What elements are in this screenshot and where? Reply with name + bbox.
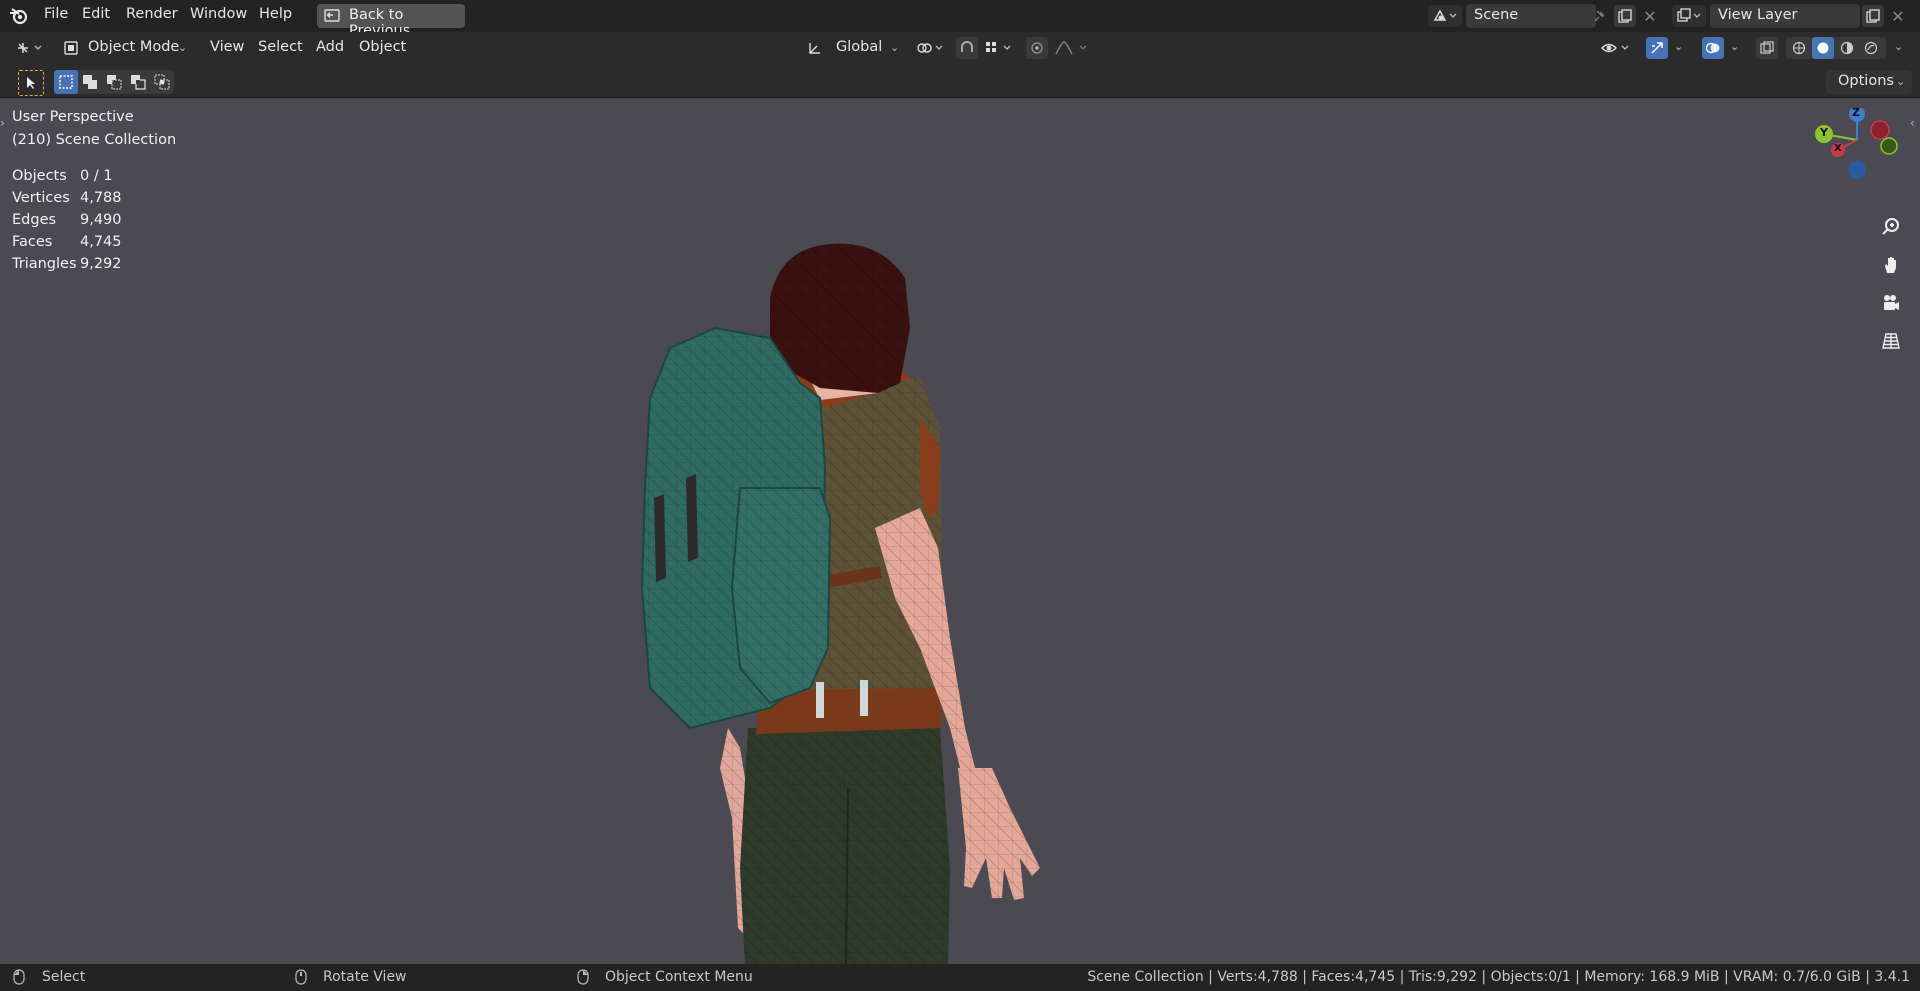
menu-add[interactable]: Add bbox=[316, 39, 344, 55]
overlays-options-chevron[interactable]: ⌄ bbox=[1730, 40, 1739, 53]
scene-browse-icon[interactable] bbox=[1428, 5, 1462, 27]
orientation-icon bbox=[806, 39, 824, 57]
material-shading-icon[interactable] bbox=[1836, 37, 1858, 59]
status-rotate-view: Rotate View bbox=[323, 969, 407, 985]
tool-settings-bar: Options ⌄ bbox=[0, 65, 1920, 98]
3d-viewport[interactable]: User Perspective (210) Scene Collection … bbox=[0, 98, 1920, 964]
delete-view-layer-icon[interactable]: ✕ bbox=[1888, 5, 1908, 27]
wireframe-shading-icon[interactable] bbox=[1788, 37, 1810, 59]
stat-faces-value: 4,745 bbox=[80, 234, 122, 250]
menu-object[interactable]: Object bbox=[359, 39, 406, 55]
camera-view-icon[interactable] bbox=[1876, 288, 1906, 318]
shading-options-chevron[interactable]: ⌄ bbox=[1894, 40, 1903, 53]
pivot-point-icon[interactable] bbox=[914, 37, 948, 59]
mouse-middle-icon bbox=[294, 968, 308, 986]
navigation-gizmo[interactable]: Z Y X bbox=[1800, 106, 1910, 208]
xray-toggle-icon[interactable] bbox=[1756, 37, 1778, 59]
top-bar: File Edit Render Window Help Back to Pre… bbox=[0, 0, 1920, 39]
orientation-label: Global bbox=[836, 39, 883, 55]
view-layer-field[interactable]: View Layer bbox=[1710, 4, 1860, 28]
status-scene-info: Scene Collection | Verts:4,788 | Faces:4… bbox=[1087, 969, 1910, 985]
stat-objects-value: 0 / 1 bbox=[80, 168, 113, 184]
chevron-down-icon: ⌄ bbox=[178, 41, 188, 54]
gizmo-options-chevron[interactable]: ⌄ bbox=[1674, 40, 1683, 53]
mouse-left-icon bbox=[12, 968, 26, 986]
proportional-editing-icon[interactable] bbox=[1026, 37, 1048, 59]
viewport-header: Object Mode ⌄ View Select Add Object Glo… bbox=[0, 32, 1920, 65]
select-subtract-icon[interactable] bbox=[102, 70, 126, 94]
menu-select[interactable]: Select bbox=[258, 39, 303, 55]
stat-vertices-value: 4,788 bbox=[80, 190, 122, 206]
object-mode-icon bbox=[62, 39, 80, 57]
select-invert-icon[interactable] bbox=[126, 70, 150, 94]
back-to-previous-button[interactable]: Back to Previous bbox=[317, 4, 465, 39]
gizmo-toggle-icon[interactable] bbox=[1646, 37, 1668, 59]
mouse-right-icon bbox=[576, 968, 590, 986]
stat-objects-label: Objects bbox=[12, 168, 67, 184]
chevron-down-icon: ⌄ bbox=[890, 41, 900, 54]
chevron-down-icon: ⌄ bbox=[1896, 75, 1906, 88]
new-view-layer-icon[interactable] bbox=[1862, 5, 1884, 27]
gizmo-z-label: Z bbox=[1852, 106, 1860, 119]
sidebar-expand-arrow[interactable]: ‹ bbox=[1910, 116, 1915, 130]
solid-shading-icon[interactable] bbox=[1812, 37, 1834, 59]
menu-help[interactable]: Help bbox=[259, 6, 292, 22]
gizmo-x-label: X bbox=[1834, 143, 1842, 154]
selection-mode-group bbox=[54, 70, 174, 94]
options-label: Options bbox=[1838, 73, 1894, 89]
editor-type-icon[interactable] bbox=[12, 37, 48, 59]
viewport-collection-label: (210) Scene Collection bbox=[12, 132, 177, 148]
overlays-toggle-icon[interactable] bbox=[1702, 37, 1724, 59]
snap-target-icon[interactable] bbox=[982, 37, 1016, 59]
hand-pan-icon[interactable] bbox=[1876, 250, 1906, 280]
proportional-falloff-icon[interactable] bbox=[1052, 37, 1092, 59]
viewport-perspective-label: User Perspective bbox=[12, 109, 134, 125]
gizmo-y-label: Y bbox=[1820, 126, 1828, 139]
blender-logo-icon[interactable] bbox=[8, 6, 30, 26]
stat-edges-value: 9,490 bbox=[80, 212, 122, 228]
shading-buttons bbox=[1786, 37, 1886, 59]
stat-faces-label: Faces bbox=[12, 234, 53, 250]
new-scene-icon[interactable] bbox=[1614, 5, 1636, 27]
view-layer-browse-icon[interactable] bbox=[1672, 5, 1706, 27]
character-model[interactable] bbox=[620, 168, 1060, 964]
menu-render[interactable]: Render bbox=[126, 6, 178, 22]
stat-vertices-label: Vertices bbox=[12, 190, 70, 206]
ortho-grid-icon[interactable] bbox=[1876, 326, 1906, 356]
status-context-menu: Object Context Menu bbox=[605, 969, 753, 985]
menu-edit[interactable]: Edit bbox=[82, 6, 110, 22]
scene-name: Scene bbox=[1474, 7, 1519, 23]
menu-file[interactable]: File bbox=[44, 6, 68, 22]
transform-orientation-dropdown[interactable]: Global ⌄ bbox=[804, 36, 904, 60]
options-dropdown[interactable]: Options ⌄ bbox=[1826, 70, 1912, 94]
rendered-shading-icon[interactable] bbox=[1860, 37, 1882, 59]
zoom-icon[interactable] bbox=[1876, 212, 1906, 242]
stat-triangles-value: 9,292 bbox=[80, 256, 122, 272]
stat-edges-label: Edges bbox=[12, 212, 57, 228]
select-intersect-icon[interactable] bbox=[150, 70, 174, 94]
view-layer-name: View Layer bbox=[1718, 7, 1798, 23]
select-extend-icon[interactable] bbox=[78, 70, 102, 94]
select-box-tool-icon[interactable] bbox=[18, 70, 44, 96]
scene-name-field[interactable]: Scene bbox=[1466, 4, 1596, 28]
menu-view[interactable]: View bbox=[210, 39, 244, 55]
back-to-previous-icon bbox=[323, 7, 341, 25]
object-mode-label: Object Mode bbox=[88, 39, 180, 55]
stat-triangles-label: Triangles bbox=[12, 256, 77, 272]
select-new-icon[interactable] bbox=[54, 70, 78, 94]
snap-toggle-icon[interactable] bbox=[956, 37, 978, 59]
status-select: Select bbox=[42, 969, 86, 985]
pin-icon[interactable] bbox=[1590, 6, 1610, 26]
object-mode-dropdown[interactable]: Object Mode ⌄ bbox=[58, 36, 192, 60]
visibility-icon[interactable] bbox=[1598, 37, 1634, 59]
menu-window[interactable]: Window bbox=[190, 6, 247, 22]
toolbar-expand-arrow[interactable]: › bbox=[0, 116, 5, 130]
status-bar: Select Rotate View Object Context Menu S… bbox=[0, 964, 1920, 991]
delete-scene-icon[interactable]: ✕ bbox=[1640, 5, 1660, 27]
